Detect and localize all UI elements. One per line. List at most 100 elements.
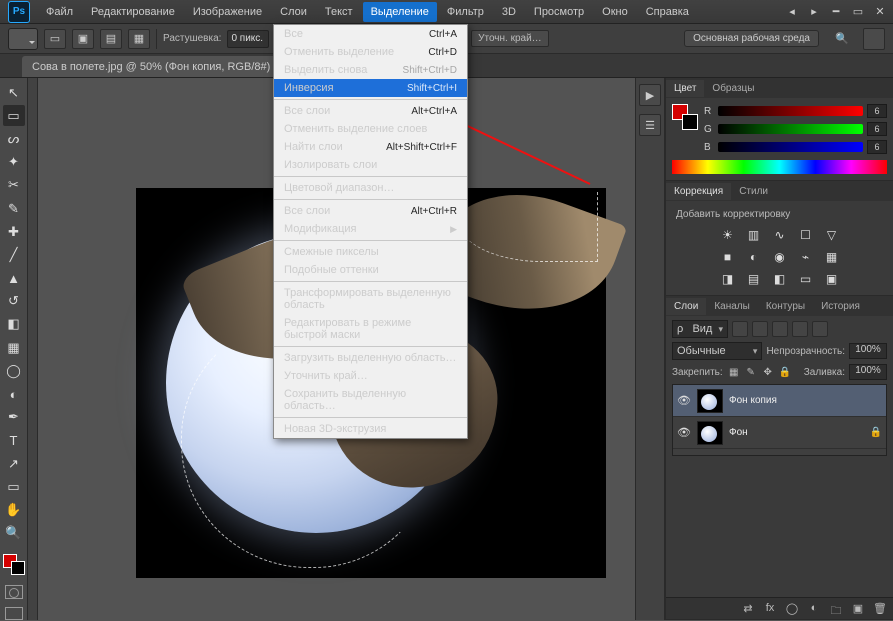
lasso-tool-icon[interactable]: ᔕ bbox=[3, 128, 25, 149]
menu-item[interactable]: Смежные пикселы bbox=[274, 243, 467, 261]
trash-icon[interactable]: 🗑 bbox=[873, 602, 887, 616]
menu-text[interactable]: Текст bbox=[317, 2, 361, 22]
filter-type-icon[interactable] bbox=[772, 321, 788, 337]
new-layer-icon[interactable]: ▣ bbox=[851, 602, 865, 616]
adj-curves-icon[interactable]: ∿ bbox=[771, 227, 789, 243]
menu-select[interactable]: Выделение bbox=[363, 2, 437, 22]
type-tool-icon[interactable]: T bbox=[3, 430, 25, 451]
menu-item[interactable]: Отменить выделение слоев bbox=[274, 120, 467, 138]
g-value[interactable]: 6 bbox=[867, 122, 887, 136]
menu-layers[interactable]: Слои bbox=[272, 2, 315, 22]
menu-edit[interactable]: Редактирование bbox=[83, 2, 183, 22]
adj-selective-icon[interactable]: ▣ bbox=[823, 271, 841, 287]
adj-invert-icon[interactable]: ◨ bbox=[719, 271, 737, 287]
shape-tool-icon[interactable]: ▭ bbox=[3, 476, 25, 497]
tab-channels[interactable]: Каналы bbox=[706, 298, 758, 315]
sel-mode-new-icon[interactable]: ▭ bbox=[44, 29, 66, 49]
adj-hue-icon[interactable]: ■ bbox=[719, 249, 737, 265]
healing-tool-icon[interactable]: ✚ bbox=[3, 221, 25, 242]
menu-window[interactable]: Окно bbox=[594, 2, 636, 22]
sel-mode-add-icon[interactable]: ▣ bbox=[72, 29, 94, 49]
visibility-icon[interactable]: 👁 bbox=[677, 426, 691, 439]
g-slider[interactable] bbox=[718, 124, 863, 134]
adj-threshold-icon[interactable]: ◧ bbox=[771, 271, 789, 287]
menu-item[interactable]: Новая 3D-экструзия bbox=[274, 420, 467, 438]
color-swatches[interactable] bbox=[3, 554, 25, 575]
hand-tool-icon[interactable]: ✋ bbox=[3, 499, 25, 520]
menu-item[interactable]: Загрузить выделенную область… bbox=[274, 349, 467, 367]
r-value[interactable]: 6 bbox=[867, 104, 887, 118]
lock-trans-icon[interactable]: ▦ bbox=[727, 365, 741, 379]
fill-input[interactable]: 100% bbox=[849, 364, 887, 380]
refine-edge-button[interactable]: Уточн. край… bbox=[471, 30, 549, 47]
menu-help[interactable]: Справка bbox=[638, 2, 697, 22]
adj-colorlookup-icon[interactable]: ▦ bbox=[823, 249, 841, 265]
eyedropper-tool-icon[interactable]: ✎ bbox=[3, 198, 25, 219]
menu-image[interactable]: Изображение bbox=[185, 2, 270, 22]
adj-photofilter-icon[interactable]: ◉ bbox=[771, 249, 789, 265]
filter-shape-icon[interactable] bbox=[792, 321, 808, 337]
link-icon[interactable]: ⇄ bbox=[741, 602, 755, 616]
menu-item[interactable]: Изолировать слои bbox=[274, 156, 467, 174]
layer-thumbnail[interactable] bbox=[697, 389, 723, 413]
tool-preset-picker[interactable] bbox=[8, 28, 38, 50]
chev-left-icon[interactable]: ◂ bbox=[785, 5, 799, 18]
close-icon[interactable]: ✕ bbox=[873, 5, 887, 18]
menu-item[interactable]: Все слоиAlt+Ctrl+R bbox=[274, 202, 467, 220]
new-group-icon[interactable]: 🗀 bbox=[829, 602, 843, 616]
new-fill-icon[interactable]: ◐ bbox=[807, 602, 821, 616]
adj-brightness-icon[interactable]: ☀ bbox=[719, 227, 737, 243]
play-icon[interactable]: ▶ bbox=[639, 84, 661, 106]
minimize-icon[interactable]: ━ bbox=[829, 5, 843, 18]
adj-levels-icon[interactable]: ▥ bbox=[745, 227, 763, 243]
crop-tool-icon[interactable]: ✂ bbox=[3, 175, 25, 196]
menu-item[interactable]: Найти слоиAlt+Shift+Ctrl+F bbox=[274, 138, 467, 156]
adj-bw-icon[interactable]: ◐ bbox=[745, 249, 763, 265]
r-slider[interactable] bbox=[718, 106, 863, 116]
brush-tool-icon[interactable]: ╱ bbox=[3, 244, 25, 265]
tab-history[interactable]: История bbox=[813, 298, 868, 315]
eraser-tool-icon[interactable]: ◧ bbox=[3, 314, 25, 335]
fx-icon[interactable]: fx bbox=[763, 602, 777, 616]
document-tab[interactable]: Сова в полете.jpg @ 50% (Фон копия, RGB/… bbox=[22, 56, 305, 77]
menu-item[interactable]: Редактировать в режиме быстрой маски bbox=[274, 314, 467, 344]
pen-tool-icon[interactable]: ✒ bbox=[3, 407, 25, 428]
marquee-tool-icon[interactable]: ▭ bbox=[3, 105, 25, 126]
tab-layers[interactable]: Слои bbox=[666, 298, 706, 315]
wand-tool-icon[interactable]: ✦ bbox=[3, 152, 25, 173]
menu-item[interactable]: Все слоиAlt+Ctrl+A bbox=[274, 102, 467, 120]
tab-paths[interactable]: Контуры bbox=[758, 298, 813, 315]
filter-adjust-icon[interactable] bbox=[752, 321, 768, 337]
path-tool-icon[interactable]: ↗ bbox=[3, 453, 25, 474]
adj-chanmix-icon[interactable]: ⌁ bbox=[797, 249, 815, 265]
mask-icon[interactable]: ◯ bbox=[785, 602, 799, 616]
menu-item[interactable]: ВсеCtrl+A bbox=[274, 25, 467, 43]
lock-pos-icon[interactable]: ✥ bbox=[761, 365, 775, 379]
panel-collapse-strip[interactable] bbox=[28, 78, 38, 620]
workspace-switcher[interactable]: Основная рабочая среда bbox=[684, 30, 819, 47]
lock-paint-icon[interactable]: ✎ bbox=[744, 365, 758, 379]
blur-tool-icon[interactable]: ◯ bbox=[3, 360, 25, 381]
adj-vibrance-icon[interactable]: ▽ bbox=[823, 227, 841, 243]
adj-posterize-icon[interactable]: ▤ bbox=[745, 271, 763, 287]
quickmask-icon[interactable] bbox=[5, 585, 23, 599]
layer-thumbnail[interactable] bbox=[697, 421, 723, 445]
visibility-icon[interactable]: 👁 bbox=[677, 394, 691, 407]
menu-3d[interactable]: 3D bbox=[494, 2, 524, 22]
maximize-icon[interactable]: ▭ bbox=[851, 5, 865, 18]
filter-smart-icon[interactable] bbox=[812, 321, 828, 337]
adj-exposure-icon[interactable]: ☐ bbox=[797, 227, 815, 243]
gradient-tool-icon[interactable]: ▦ bbox=[3, 337, 25, 358]
screenmode-icon[interactable] bbox=[5, 607, 23, 621]
presets-icon[interactable]: ☰ bbox=[639, 114, 661, 136]
menu-view[interactable]: Просмотр bbox=[526, 2, 592, 22]
tab-adjustments[interactable]: Коррекция bbox=[666, 183, 731, 200]
b-slider[interactable] bbox=[718, 142, 863, 152]
menu-item[interactable]: Цветовой диапазон… bbox=[274, 179, 467, 197]
screen-layout-icon[interactable] bbox=[863, 28, 885, 50]
tab-swatches[interactable]: Образцы bbox=[704, 80, 762, 97]
sel-mode-intersect-icon[interactable]: ▦ bbox=[128, 29, 150, 49]
menu-item[interactable]: Модификация▶ bbox=[274, 220, 467, 238]
menu-item[interactable]: Сохранить выделенную область… bbox=[274, 385, 467, 415]
menu-file[interactable]: Файл bbox=[38, 2, 81, 22]
